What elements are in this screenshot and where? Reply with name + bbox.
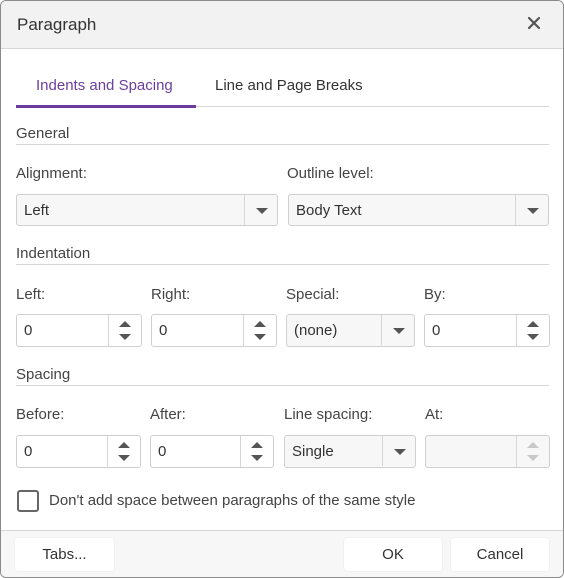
spin-down-icon[interactable] (118, 332, 132, 342)
tab-indents-and-spacing[interactable]: Indents and Spacing (36, 77, 173, 94)
dialog-titlebar: Paragraph (1, 1, 563, 49)
by-spinner[interactable]: 0 (424, 314, 550, 347)
by-label: By: (424, 286, 446, 303)
alignment-select[interactable]: Left (16, 194, 278, 226)
outline-level-select[interactable]: Body Text (288, 194, 549, 226)
alignment-value: Left (24, 202, 50, 219)
close-icon (527, 16, 541, 30)
tab-line-and-page-breaks[interactable]: Line and Page Breaks (215, 77, 363, 94)
special-value: (none) (294, 322, 338, 339)
chevron-down-icon[interactable] (244, 195, 277, 225)
spin-up-icon[interactable] (526, 319, 540, 329)
spin-down-icon (526, 453, 540, 463)
tabs-button[interactable]: Tabs... (15, 538, 114, 571)
spacing-before-label: Before: (16, 406, 65, 423)
line-spacing-label: Line spacing: (284, 406, 373, 423)
paragraph-dialog: Paragraph Indents and Spacing Line and P… (0, 0, 564, 578)
indent-left-spinner[interactable]: 0 (16, 314, 142, 347)
spin-up-icon[interactable] (250, 440, 264, 450)
spacing-after-value: 0 (158, 443, 167, 460)
outline-level-label: Outline level: (287, 165, 374, 182)
indent-right-label: Right: (151, 286, 191, 303)
section-spacing: Spacing (16, 366, 549, 386)
spacing-before-value: 0 (24, 443, 33, 460)
indent-left-label: Left: (16, 286, 46, 303)
dialog-footer: Tabs... OK Cancel (1, 530, 563, 577)
spin-down-icon[interactable] (250, 453, 264, 463)
close-button[interactable] (525, 14, 543, 32)
spin-down-icon[interactable] (526, 332, 540, 342)
at-spinner (425, 435, 550, 468)
outline-level-value: Body Text (296, 202, 362, 219)
indent-left-value: 0 (24, 322, 33, 339)
spin-up-icon[interactable] (118, 319, 132, 329)
spin-up-icon[interactable] (253, 319, 267, 329)
by-value: 0 (432, 322, 441, 339)
active-tab-indicator (16, 105, 196, 108)
at-label: At: (425, 406, 444, 423)
section-indentation: Indentation (16, 245, 549, 265)
section-general: General (16, 125, 549, 145)
chevron-down-icon[interactable] (382, 436, 415, 466)
dialog-title: Paragraph (17, 15, 97, 34)
spin-up-icon (526, 440, 540, 450)
line-spacing-value: Single (292, 443, 334, 460)
alignment-label: Alignment: (16, 165, 87, 182)
spacing-after-spinner[interactable]: 0 (150, 435, 274, 468)
dont-add-space-checkbox[interactable] (17, 490, 39, 512)
line-spacing-select[interactable]: Single (284, 435, 416, 468)
spin-down-icon[interactable] (253, 332, 267, 342)
indent-right-spinner[interactable]: 0 (151, 314, 277, 347)
chevron-down-icon[interactable] (515, 195, 548, 225)
spacing-before-spinner[interactable]: 0 (16, 435, 141, 468)
chevron-down-icon[interactable] (381, 315, 414, 345)
tab-bar: Indents and Spacing Line and Page Breaks (16, 67, 549, 108)
spacing-after-label: After: (150, 406, 186, 423)
special-label: Special: (286, 286, 340, 303)
spin-up-icon[interactable] (117, 440, 131, 450)
special-select[interactable]: (none) (286, 314, 415, 347)
dont-add-space-label[interactable]: Don't add space between paragraphs of th… (49, 492, 415, 509)
indent-right-value: 0 (159, 322, 168, 339)
ok-button[interactable]: OK (344, 538, 442, 571)
cancel-button[interactable]: Cancel (451, 538, 549, 571)
spin-down-icon[interactable] (117, 453, 131, 463)
